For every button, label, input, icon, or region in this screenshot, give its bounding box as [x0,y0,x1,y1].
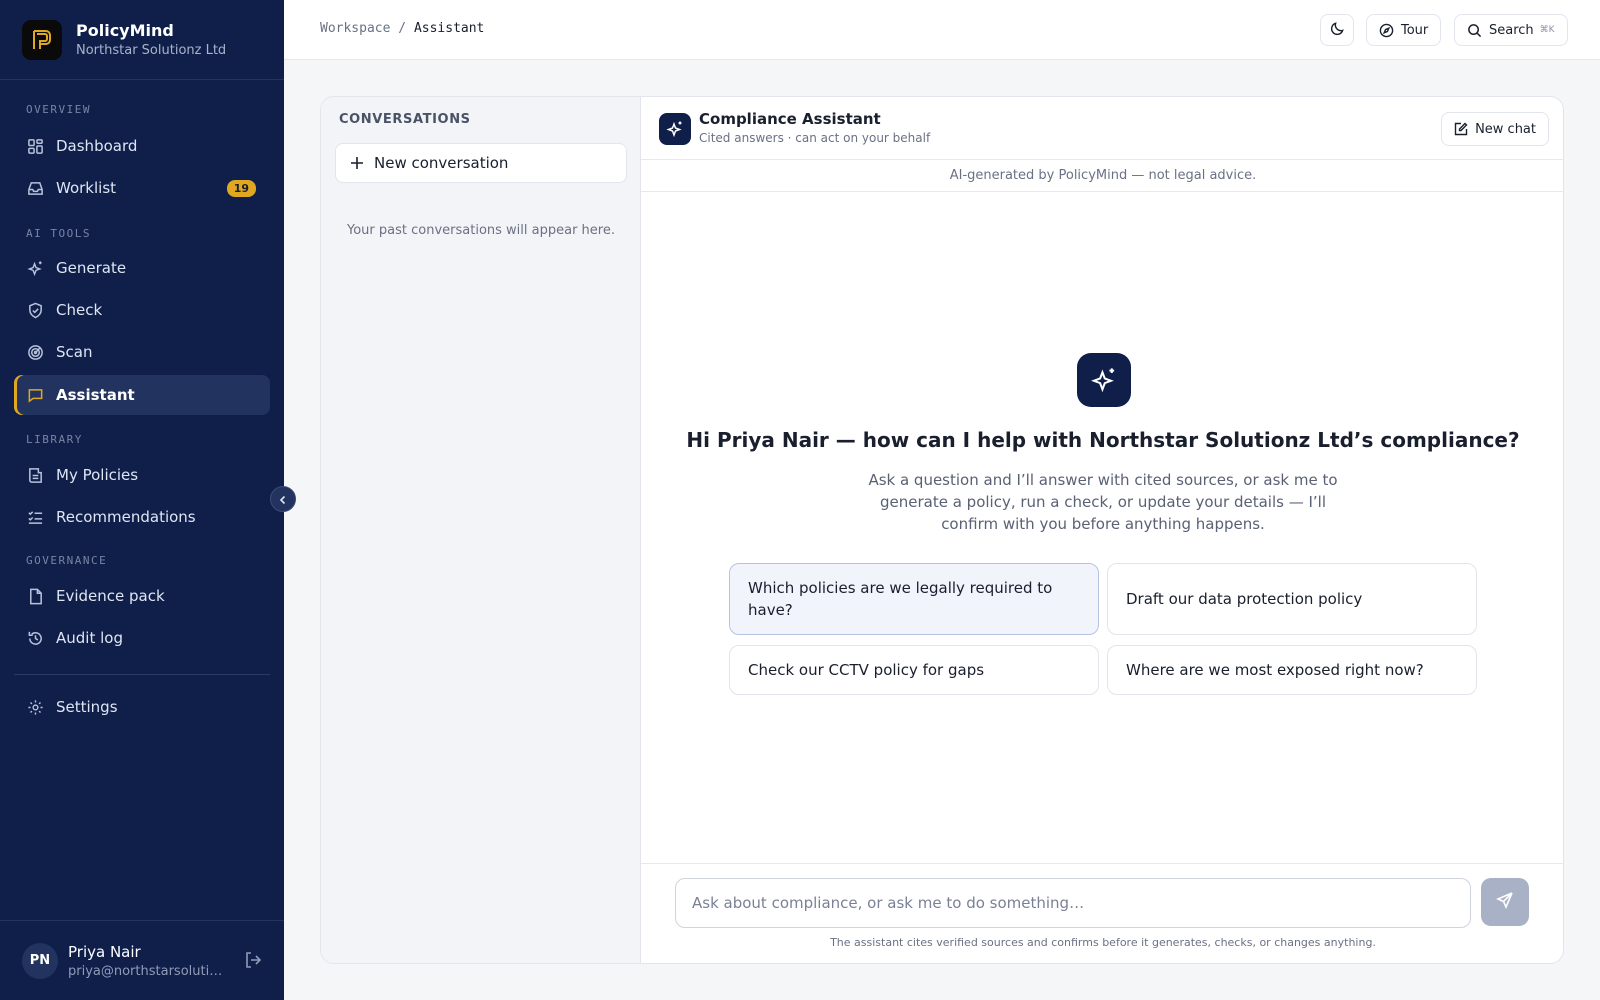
suggestion-chip[interactable]: Draft our data protection policy [1107,563,1477,635]
brand[interactable]: PolicyMind Northstar Solutionz Ltd [0,0,284,80]
greeting-heading: Hi Priya Nair — how can I help with Nort… [686,428,1520,452]
conversations-title: CONVERSATIONS [339,112,471,127]
sidebar-item-label: Recommendations [56,508,196,526]
new-chat-label: New chat [1475,121,1536,137]
sidebar-item-check[interactable]: Check [14,290,270,330]
sidebar-item-label: Assistant [56,386,135,404]
section-ai-tools: AI TOOLS [26,227,91,240]
sidebar-divider [14,674,270,675]
sidebar-item-scan[interactable]: Scan [14,332,270,372]
worklist-count-badge: 19 [226,179,256,197]
breadcrumb: Workspace / Assistant [320,21,484,36]
sidebar-item-generate[interactable]: Generate [14,248,270,288]
greeting-intro: Ask a question and I’ll answer with cite… [868,471,1338,533]
gear-icon [26,698,44,716]
sidebar-item-label: Worklist [56,179,117,197]
sidebar-item-label: Generate [56,259,127,277]
chat-icon [26,386,44,404]
policies-icon [26,466,44,484]
search-icon [1467,23,1482,38]
radar-icon [26,343,44,361]
section-library: LIBRARY [26,433,83,446]
topbar: Workspace / Assistant Tour Search ⌘K [284,0,1600,60]
sidebar-item-label: Settings [56,698,118,716]
user-name: Priya Nair [68,942,141,961]
tour-label: Tour [1401,22,1429,38]
sidebar-item-my-policies[interactable]: My Policies [14,455,270,495]
sidebar-item-recommendations[interactable]: Recommendations [14,497,270,537]
plus-icon [350,156,364,170]
brand-logo-icon [22,19,62,60]
checklist-icon [26,508,44,526]
composer-footnote: The assistant cites verified sources and… [830,936,1376,949]
search-button[interactable]: Search ⌘K [1454,14,1568,46]
new-chat-button[interactable]: New chat [1441,112,1549,146]
assistant-sparkles-icon [659,113,691,145]
collapse-sidebar-button[interactable] [270,486,296,512]
search-shortcut: ⌘K [1539,25,1555,35]
sidebar: PolicyMind Northstar Solutionz Ltd OVERV… [0,0,284,1000]
chat-input[interactable] [675,878,1471,928]
ai-disclaimer: AI-generated by PolicyMind — not legal a… [641,160,1563,192]
new-conversation-label: New conversation [374,154,509,172]
conversations-pane: CONVERSATIONS New conversation Your past… [321,97,641,963]
sidebar-item-label: Scan [56,343,93,361]
assistant-subtitle: Cited answers · can act on your behalf [699,131,931,145]
breadcrumb-root[interactable]: Workspace [320,21,390,36]
sidebar-item-label: My Policies [56,466,139,484]
send-icon [1496,891,1514,913]
moon-icon [1330,21,1345,40]
logout-icon[interactable] [244,951,262,973]
compass-icon [1379,23,1394,38]
chat-panel: Compliance Assistant Cited answers · can… [641,97,1563,963]
file-icon [26,587,44,605]
breadcrumb-current: Assistant [413,21,485,36]
assistant-card: CONVERSATIONS New conversation Your past… [320,96,1564,964]
theme-toggle-button[interactable] [1320,14,1354,46]
sidebar-item-label: Check [56,301,103,319]
tour-button[interactable]: Tour [1366,14,1442,46]
user-profile[interactable]: PN Priya Nair priya@northstarsolutionz.c… [0,920,284,1000]
chat-header: Compliance Assistant Cited answers · can… [641,97,1563,160]
sidebar-item-audit-log[interactable]: Audit log [14,618,270,658]
inbox-icon [26,179,44,197]
sidebar-item-settings[interactable]: Settings [14,687,270,727]
sidebar-item-label: Evidence pack [56,587,165,605]
section-overview: OVERVIEW [26,103,91,116]
suggestion-chip[interactable]: Check our CCTV policy for gaps [729,645,1099,695]
conversations-empty-text: Your past conversations will appear here… [347,223,615,238]
sidebar-item-worklist[interactable]: Worklist 19 [14,168,270,208]
section-governance: GOVERNANCE [26,554,108,567]
breadcrumb-separator: / [398,21,407,36]
sparkles-icon [26,259,44,277]
search-label: Search [1489,22,1534,38]
brand-name: PolicyMind [76,21,174,40]
send-button[interactable] [1481,878,1529,926]
sidebar-item-dashboard[interactable]: Dashboard [14,126,270,166]
new-conversation-button[interactable]: New conversation [335,143,627,183]
assistant-name: Compliance Assistant [699,110,881,128]
sidebar-item-label: Audit log [56,629,123,647]
avatar: PN [22,942,58,979]
composer: The assistant cites verified sources and… [641,863,1563,963]
grid-icon [26,137,44,155]
shield-check-icon [26,301,44,319]
hero-sparkles-icon [1077,353,1131,407]
suggestion-chip[interactable]: Where are we most exposed right now? [1107,645,1477,695]
sidebar-item-label: Dashboard [56,137,138,155]
edit-icon [1454,122,1468,136]
chevron-left-icon [278,490,288,509]
sidebar-item-evidence-pack[interactable]: Evidence pack [14,576,270,616]
suggestion-chip[interactable]: Which policies are we legally required t… [729,563,1099,635]
user-email: priya@northstarsolutionz.co.uk [68,963,228,979]
sidebar-item-assistant[interactable]: Assistant [14,375,270,415]
brand-org: Northstar Solutionz Ltd [76,43,227,58]
history-icon [26,629,44,647]
